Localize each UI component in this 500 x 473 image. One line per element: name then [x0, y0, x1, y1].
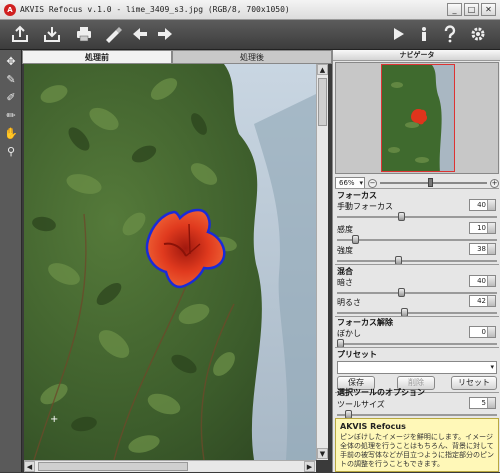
vertical-scrollbar[interactable]: ▲ ▼ [316, 64, 328, 460]
sensitivity-label: 感度 [337, 225, 353, 234]
title-bar: A AKVIS Refocus v.1.0 - lime_3409_s3.jpg… [0, 0, 500, 20]
focus-brush-icon[interactable]: ✎ [3, 72, 19, 88]
mix-section-title: 混合 [337, 267, 353, 276]
undo-icon[interactable] [130, 25, 150, 45]
svg-text:+: + [50, 414, 58, 425]
darkness-label: 暗さ [337, 278, 353, 287]
help-text: ピンぼけしたイメージを鮮明にします。イメージ全体の処理を行うことはもちろん、背景… [340, 433, 494, 468]
print-icon[interactable] [74, 25, 94, 45]
save-icon[interactable] [42, 25, 62, 45]
hand-selection-icon[interactable]: ✥ [3, 54, 19, 70]
navigator-view[interactable] [335, 62, 499, 174]
brightness-slider[interactable] [337, 308, 497, 317]
zoom-out-icon[interactable]: − [368, 178, 377, 188]
scroll-right-icon[interactable]: ▶ [304, 461, 315, 472]
info-icon[interactable] [414, 25, 434, 45]
horizontal-scrollbar[interactable]: ◀ ▶ [24, 460, 316, 472]
view-tabs: 処理前 処理後 [22, 50, 332, 64]
sensitivity-slider[interactable] [337, 235, 497, 244]
maximize-button[interactable]: □ [464, 3, 479, 16]
divider [335, 264, 499, 265]
tool-size-slider[interactable] [337, 410, 497, 419]
slider-knob[interactable] [398, 212, 405, 221]
slider-knob[interactable] [352, 235, 359, 244]
main-toolbar [0, 20, 500, 50]
blur-label: ぼかし [337, 329, 361, 338]
preset-select[interactable] [337, 361, 497, 374]
brightness-input[interactable]: 42 [469, 295, 496, 307]
strength-label: 強度 [337, 246, 353, 255]
zoom-icon[interactable]: ⚲ [3, 144, 19, 160]
tab-before[interactable]: 処理前 [22, 50, 172, 64]
close-button[interactable]: ✕ [481, 3, 496, 16]
zoom-in-icon[interactable]: + [490, 178, 499, 188]
darkness-input[interactable]: 40 [469, 275, 496, 287]
divider [335, 188, 499, 189]
scroll-up-icon[interactable]: ▲ [317, 64, 328, 75]
minimize-button[interactable]: _ [447, 3, 462, 16]
zoom-slider[interactable] [380, 178, 487, 187]
slider-knob[interactable] [398, 288, 405, 297]
image-canvas[interactable]: + [24, 64, 316, 460]
hand-icon[interactable]: ✋ [3, 126, 19, 142]
help-icon[interactable] [440, 25, 460, 45]
navigator-title: ナビゲータ [333, 50, 500, 61]
run-icon[interactable] [388, 25, 408, 45]
settings-icon[interactable] [468, 25, 488, 45]
eraser-icon[interactable]: ✐ [3, 90, 19, 106]
navigator-thumbnail[interactable] [381, 64, 455, 172]
tool-panel: ✥ ✎ ✐ ✏ ✋ ⚲ [0, 50, 22, 472]
sensitivity-input[interactable]: 10 [469, 222, 496, 234]
zoom-slider-knob[interactable] [428, 178, 433, 187]
blur-slider[interactable] [337, 339, 497, 348]
tool-size-label: ツールサイズ [337, 400, 385, 409]
help-title: AKVIS Refocus [340, 422, 406, 431]
unfocus-section-title: フォーカス解除 [337, 318, 393, 327]
tool-options-section-title: 選択ツールのオプション [337, 388, 425, 397]
scroll-left-icon[interactable]: ◀ [24, 461, 35, 472]
tab-after[interactable]: 処理後 [172, 50, 332, 64]
strength-slider[interactable] [337, 256, 497, 265]
preset-section-title: プリセット [337, 350, 377, 359]
manual-focus-input[interactable]: 40 [469, 199, 496, 211]
horizontal-scroll-thumb[interactable] [38, 462, 188, 471]
redo-icon[interactable] [155, 25, 175, 45]
vertical-scroll-thumb[interactable] [318, 78, 327, 126]
preset-reset-button[interactable]: リセット [451, 376, 497, 390]
app-logo-icon: A [4, 3, 16, 16]
photo: + [24, 64, 316, 460]
brush-settings-icon[interactable] [103, 25, 123, 45]
darkness-slider[interactable] [337, 288, 497, 297]
help-panel: AKVIS Refocus ピンぼけしたイメージを鮮明にします。イメージ全体の処… [335, 418, 499, 472]
divider [335, 347, 499, 348]
manual-focus-slider[interactable] [337, 212, 497, 221]
focus-section-title: フォーカス [337, 191, 377, 200]
manual-focus-label: 手動フォーカス [337, 202, 393, 211]
tool-size-input[interactable]: 5 [469, 397, 496, 409]
brightness-label: 明るさ [337, 298, 361, 307]
open-icon[interactable] [10, 25, 30, 45]
scroll-down-icon[interactable]: ▼ [317, 448, 328, 459]
pencil-icon[interactable]: ✏ [3, 108, 19, 124]
blur-input[interactable]: 0 [469, 326, 496, 338]
window-title: AKVIS Refocus v.1.0 - lime_3409_s3.jpg (… [20, 5, 290, 14]
settings-panel: ナビゲータ 66% − + フォーカス 手動フォーカス 40 感度 10 強度 … [332, 50, 500, 472]
strength-input[interactable]: 38 [469, 243, 496, 255]
